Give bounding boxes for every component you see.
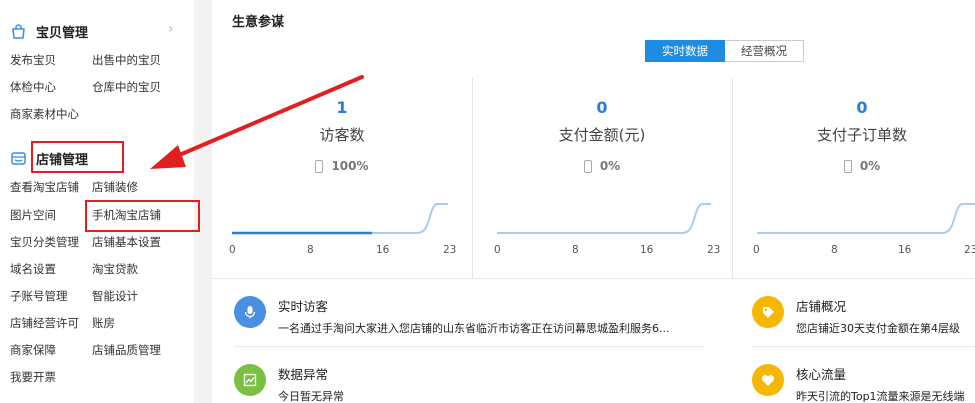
info-item-realtime-visitors[interactable]: 实时访客 一名通过手淘问大家进入您店铺的山东省临沂市访客正在访问幕思城盈利服务6…: [234, 296, 670, 336]
tick-label: 8: [572, 244, 579, 256]
tick-label: 0: [494, 244, 501, 256]
sidebar-link-subaccount[interactable]: 子账号管理: [10, 288, 68, 304]
info-desc: 今日暂无异常: [278, 390, 344, 403]
sidebar-link-quality[interactable]: 店铺品质管理: [92, 342, 161, 358]
visitors-sparkline: [232, 203, 448, 235]
info-desc: 您店铺近30天支付金额在第4层级: [796, 322, 960, 335]
sidebar-link-invoice[interactable]: 我要开票: [10, 369, 56, 385]
info-title: 数据异常: [278, 367, 329, 382]
stat-percent: 0%: [732, 159, 975, 173]
stat-label: 支付金额(元): [558, 126, 646, 144]
tick-label: 16: [640, 244, 654, 256]
sidebar-link-accounts[interactable]: 账房: [92, 315, 115, 331]
sidebar-link-basic-settings[interactable]: 店铺基本设置: [92, 234, 161, 250]
info-title: 店铺概况: [796, 299, 847, 314]
sidebar-link-check-center[interactable]: 体检中心: [10, 79, 56, 95]
stat-value: 0: [856, 98, 868, 117]
payment-sparkline: [497, 203, 711, 234]
sidebar-link-image-space[interactable]: 图片空间: [10, 207, 56, 223]
tick-label: 16: [376, 244, 390, 256]
goods-section-header[interactable]: 宝贝管理: [10, 22, 88, 41]
chart-icon: [234, 364, 266, 396]
stat-value: 0: [596, 98, 608, 117]
stat-label: 支付子订单数: [816, 126, 907, 144]
main-panel: 生意参谋 实时数据 经营概况 1 访客数 100% 0 支付金额(元) 0% 0…: [212, 0, 975, 403]
info-item-shop-overview[interactable]: 店铺概况 您店铺近30天支付金额在第4层级: [752, 296, 960, 336]
sidebar-link-guarantee[interactable]: 商家保障: [10, 342, 56, 358]
info-divider: [752, 346, 975, 347]
tab-bar: 实时数据 经营概况: [645, 40, 804, 62]
tick-label: 8: [831, 244, 838, 256]
annotation-box-mobile-shop: [85, 200, 200, 232]
sidebar-link-category[interactable]: 宝贝分类管理: [10, 234, 79, 250]
mobile-icon: [843, 159, 852, 173]
sidebar-link-license[interactable]: 店铺经营许可: [10, 315, 79, 331]
tab-realtime[interactable]: 实时数据: [645, 40, 725, 62]
sidebar-link-material[interactable]: 商家素材中心: [10, 106, 79, 122]
info-title: 核心流量: [796, 367, 847, 382]
sidebar-link-loan[interactable]: 淘宝贷款: [92, 261, 138, 277]
info-title: 实时访客: [278, 299, 329, 314]
sidebar-link-domain[interactable]: 域名设置: [10, 261, 56, 277]
info-desc: 一名通过手淘问大家进入您店铺的山东省临沂市访客正在访问幕思城盈利服务6...: [278, 322, 670, 335]
goods-section-title: 宝贝管理: [36, 26, 89, 41]
shop-icon: [11, 152, 26, 165]
tick-label: 23: [707, 244, 721, 256]
tick-label: 23: [964, 244, 975, 256]
tag-icon: [752, 296, 784, 328]
page-title: 生意参谋: [232, 15, 285, 30]
sidebar-link-decoration[interactable]: 店铺装修: [92, 179, 138, 195]
annotation-box-shop-management: [31, 141, 124, 173]
mobile-icon: [583, 159, 592, 173]
sidebar-link-smart-design[interactable]: 智能设计: [92, 288, 138, 304]
annotation-arrow-icon: [150, 75, 364, 169]
info-item-core-traffic[interactable]: 核心流量 昨天引流的Top1流量来源是无线端: [752, 364, 965, 403]
tab-overview[interactable]: 经营概况: [725, 40, 804, 62]
microphone-icon: [234, 296, 266, 328]
tick-label: 0: [753, 244, 760, 256]
bag-icon: [12, 24, 25, 39]
tick-label: 0: [229, 244, 236, 256]
sidebar-link-on-sale[interactable]: 出售中的宝贝: [92, 52, 161, 68]
stat-payment-amount: 0 支付金额(元) 0%: [472, 98, 732, 173]
stat-suborders: 0 支付子订单数 0%: [732, 98, 975, 173]
info-divider: [234, 346, 704, 347]
sidebar-link-view-shop[interactable]: 查看淘宝店铺: [10, 179, 79, 195]
section-divider: [212, 278, 975, 279]
tick-label: 23: [443, 244, 457, 256]
stat-percent: 0%: [472, 159, 732, 173]
suborders-sparkline: [757, 203, 975, 234]
tick-label: 8: [307, 244, 314, 256]
tick-label: 16: [898, 244, 912, 256]
sidebar-link-publish[interactable]: 发布宝贝: [10, 52, 56, 68]
info-item-data-anomaly[interactable]: 数据异常 今日暂无异常: [234, 364, 344, 403]
heart-icon: [752, 364, 784, 396]
goods-chevron-icon[interactable]: ›: [168, 21, 174, 37]
info-desc: 昨天引流的Top1流量来源是无线端: [796, 390, 965, 403]
